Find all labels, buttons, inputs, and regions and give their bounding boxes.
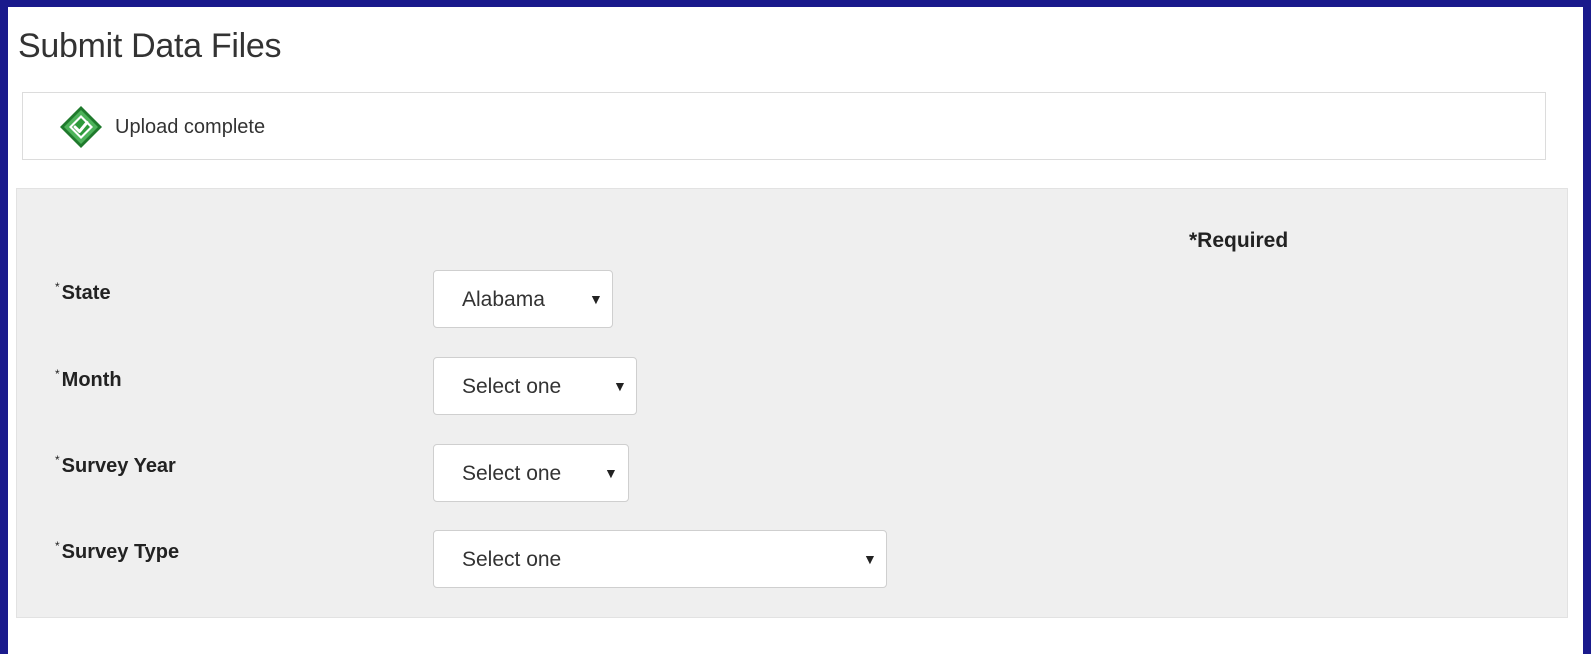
survey-type-select[interactable]: Select one ▼ — [433, 530, 887, 588]
required-marker: * — [55, 280, 60, 294]
month-select[interactable]: Select one ▼ — [433, 357, 637, 415]
state-select[interactable]: Alabama ▼ — [433, 270, 613, 328]
survey-year-select[interactable]: Select one ▼ — [433, 444, 629, 502]
chevron-down-icon: ▼ — [863, 551, 877, 567]
state-label: * State — [55, 280, 111, 304]
survey-year-label: * Survey Year — [55, 453, 176, 477]
required-marker: * — [55, 453, 60, 467]
month-label: * Month — [55, 367, 122, 391]
month-select-value: Select one — [462, 375, 562, 398]
survey-type-label: * Survey Type — [55, 539, 180, 563]
chevron-down-icon: ▼ — [589, 291, 603, 307]
required-marker: * — [55, 539, 60, 553]
survey-type-select-value: Select one — [462, 548, 562, 571]
upload-status-notice: Upload complete — [22, 92, 1546, 160]
state-select-value: Alabama — [462, 288, 545, 311]
chevron-down-icon: ▼ — [613, 378, 627, 394]
upload-status-text: Upload complete — [115, 116, 266, 138]
survey-year-select-value: Select one — [462, 462, 562, 485]
page-title: Submit Data Files — [18, 27, 282, 65]
required-marker: * — [55, 367, 60, 381]
chevron-down-icon: ▼ — [604, 465, 618, 481]
page-frame: Submit Data Files Upload complete *Requi… — [8, 7, 1583, 654]
check-diamond-icon — [60, 106, 102, 148]
submit-form-panel: *Required * State Alabama ▼ * Month Select… — [16, 188, 1568, 618]
required-note: *Required — [1189, 229, 1289, 252]
